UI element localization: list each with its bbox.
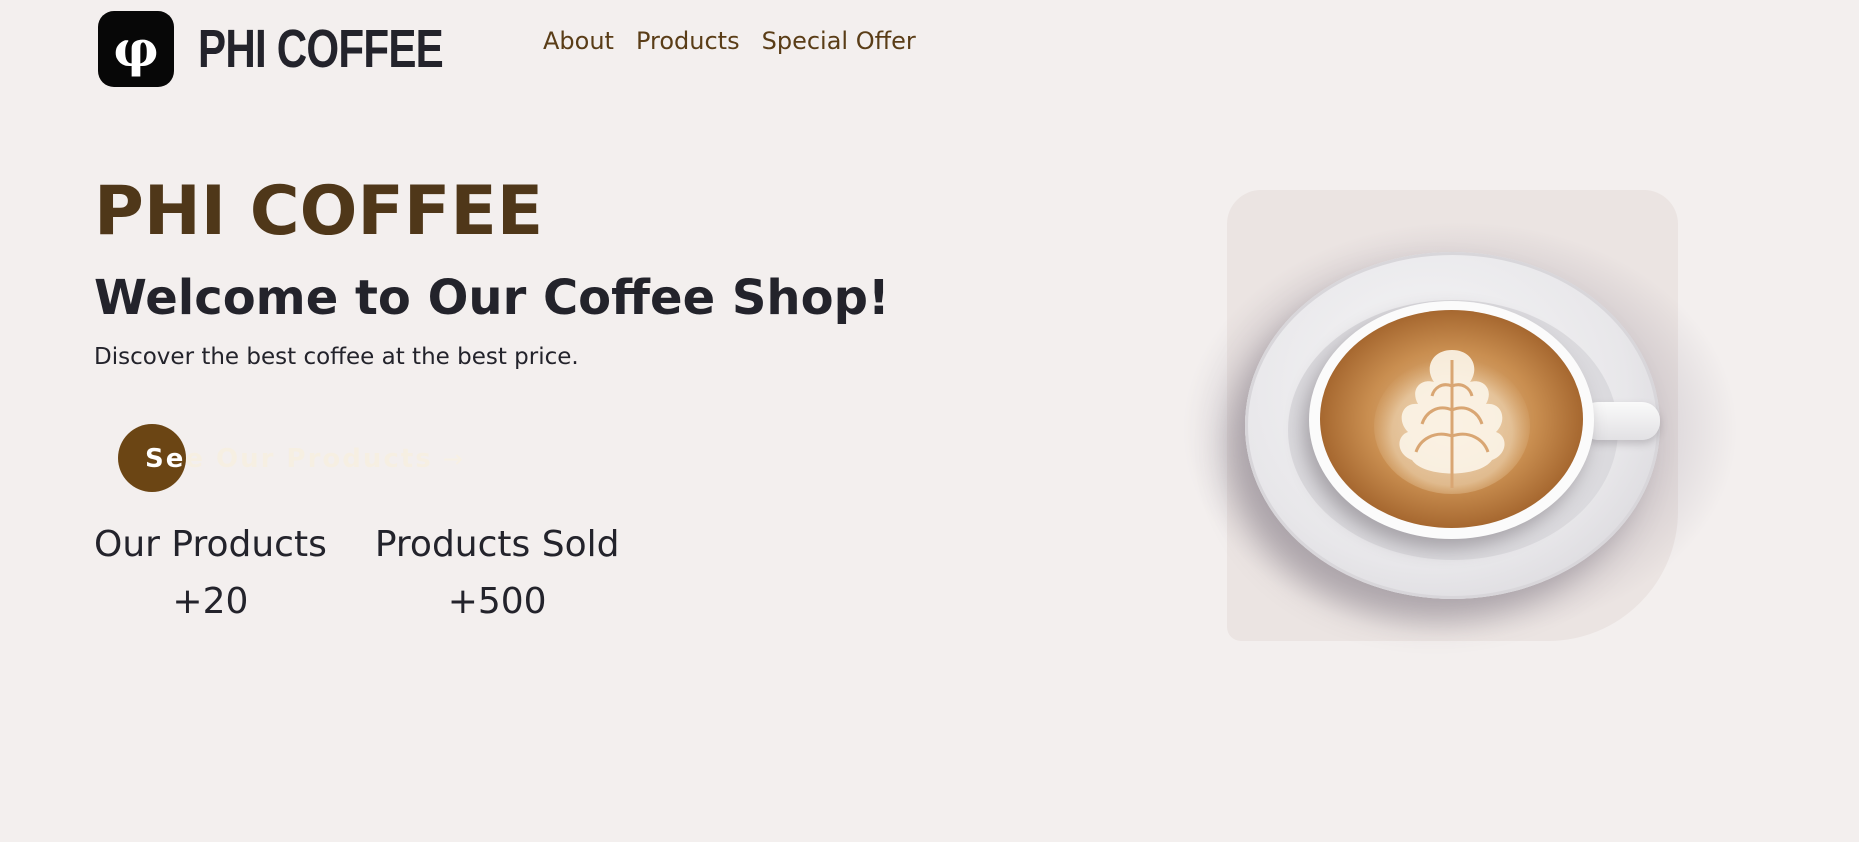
see-products-button[interactable]: See Our Products →: [118, 424, 463, 494]
hero-description: Discover the best coffee at the best pri…: [94, 344, 579, 370]
site-header: φ PHI COFFEE: [98, 10, 512, 88]
stats-section: Our Products +20 Products Sold +500: [94, 524, 619, 622]
latte-art-icon: [1374, 350, 1530, 494]
hero-title: PHI COFFEE: [94, 172, 544, 251]
stat-products-sold: Products Sold +500: [375, 524, 620, 622]
arrow-right-icon: →: [442, 445, 463, 473]
stat-label: Our Products: [94, 524, 327, 565]
stat-label: Products Sold: [374, 524, 620, 565]
stat-value: +500: [447, 581, 547, 622]
cta-label: See Our Products: [145, 444, 433, 474]
brand-name[interactable]: PHI COFFEE: [198, 22, 444, 76]
stat-our-products: Our Products +20: [94, 524, 327, 622]
nav-link-products[interactable]: Products: [636, 27, 740, 55]
nav-link-about[interactable]: About: [543, 27, 614, 55]
nav-link-special-offer[interactable]: Special Offer: [762, 27, 916, 55]
stat-value: +20: [172, 581, 249, 622]
main-nav: About Products Special Offer: [543, 27, 916, 55]
phi-logo-icon[interactable]: φ: [98, 11, 174, 87]
hero-subtitle: Welcome to Our Coffee Shop!: [94, 270, 890, 326]
